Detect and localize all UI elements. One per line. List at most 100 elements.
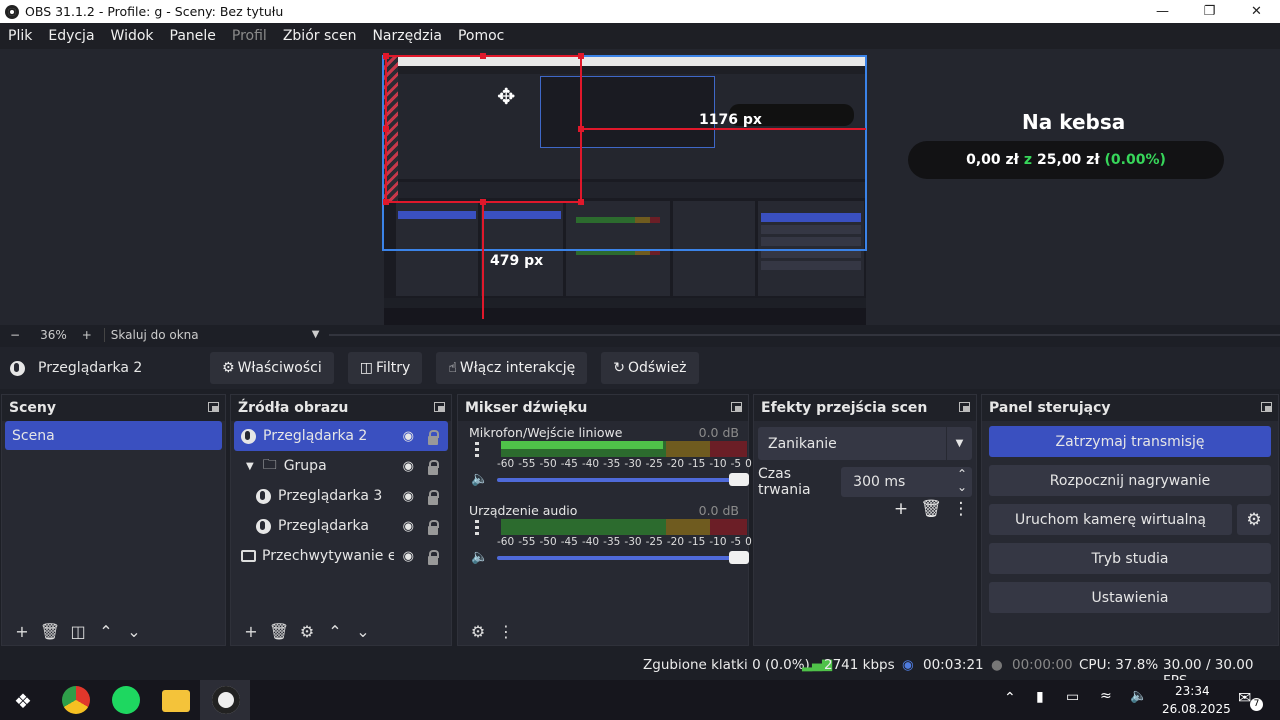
chevron-down-icon[interactable]: ▼ — [246, 461, 254, 472]
filter-icon[interactable]: ◫ — [64, 622, 92, 641]
source-row-browser-2[interactable]: Przeglądarka 2 ◉ — [234, 421, 448, 451]
advanced-audio-gear-icon[interactable]: ⚙ — [464, 622, 492, 641]
kebab-menu-icon[interactable] — [475, 442, 479, 458]
transitions-header: Efekty przejścia scen — [754, 395, 976, 421]
chevron-down-icon[interactable]: ▼ — [312, 329, 320, 340]
microphone-icon[interactable]: ▮ — [1036, 689, 1044, 705]
lock-icon[interactable] — [428, 460, 439, 475]
menu-view[interactable]: Widok — [105, 28, 160, 44]
lock-icon[interactable] — [428, 490, 439, 505]
refresh-button[interactable]: ↻ Odśwież — [601, 352, 699, 384]
clock-time[interactable]: 23:34 — [1175, 684, 1210, 698]
preview-area[interactable]: ✥ 1176 px 479 px Na kebsa 0,00 zł z 25,0… — [0, 49, 1280, 326]
add-scene-button[interactable]: + — [8, 622, 36, 641]
chevron-up-icon[interactable]: ⌃ — [92, 622, 120, 641]
zoom-out-button[interactable]: − — [10, 328, 20, 342]
speaker-icon[interactable]: 🔈 — [471, 471, 488, 487]
mixer-header: Mikser dźwięku — [458, 395, 748, 421]
settings-button[interactable]: Ustawienia — [989, 582, 1271, 613]
virtual-camera-button[interactable]: Uruchom kamerę wirtualną — [989, 504, 1232, 535]
lock-icon[interactable] — [428, 520, 439, 535]
menu-file[interactable]: Plik — [2, 28, 38, 44]
lock-icon[interactable] — [428, 550, 439, 565]
chevron-down-icon[interactable]: ⌄ — [349, 622, 377, 641]
float-icon[interactable] — [434, 402, 445, 412]
close-button[interactable]: ✕ — [1233, 0, 1280, 23]
menu-profile[interactable]: Profil — [226, 28, 273, 44]
duration-spinbox[interactable]: 300 ms ⌃ ⌄ — [841, 467, 972, 497]
zoom-in-button[interactable]: + — [82, 328, 92, 342]
kebab-menu-icon[interactable]: ⋮ — [946, 499, 976, 519]
eye-icon[interactable]: ◉ — [403, 429, 414, 444]
chevron-up-icon[interactable]: ⌃ — [1004, 690, 1016, 706]
menu-edit[interactable]: Edycja — [42, 28, 100, 44]
controls-dock: Panel sterujący Zatrzymaj transmisję Roz… — [981, 394, 1279, 646]
add-source-button[interactable]: + — [237, 622, 265, 641]
source-row-screen-capture[interactable]: Przechwytywanie ekra ◉ — [234, 541, 448, 571]
float-icon[interactable] — [1261, 402, 1272, 412]
menu-scene-collection[interactable]: Zbiór scen — [277, 28, 363, 44]
overlay-z: z — [1023, 152, 1033, 168]
taskbar: ❖ ⌃ ▮ ▭ ≈ 🔈 23:34 26.08.2025 ✉ 7 — [0, 680, 1280, 720]
chevron-up-icon[interactable]: ⌃ — [321, 622, 349, 641]
maximize-button[interactable]: ❐ — [1186, 0, 1233, 23]
hand-pointer-icon: ☝ — [448, 360, 457, 376]
source-row-browser-3[interactable]: Przeglądarka 3 ◉ — [234, 481, 448, 511]
chevron-down-icon[interactable]: ⌄ — [120, 622, 148, 641]
trash-icon[interactable]: 🗑 — [36, 622, 64, 641]
virtual-camera-gear-icon[interactable]: ⚙ — [1237, 504, 1271, 535]
filters-button[interactable]: ◫ Filtry — [347, 352, 423, 384]
lock-icon[interactable] — [428, 430, 439, 445]
volume-slider[interactable] — [497, 473, 749, 486]
obs-taskbar-button[interactable] — [200, 680, 250, 720]
clock-date[interactable]: 26.08.2025 — [1162, 702, 1231, 716]
zoom-mode-select[interactable]: Skaluj do okna — [103, 327, 312, 342]
add-transition-button[interactable]: + — [886, 499, 916, 519]
scene-item[interactable]: Scena — [5, 421, 222, 450]
minimize-button[interactable]: — — [1139, 0, 1186, 23]
meter-tick: -35 — [603, 536, 621, 548]
start-recording-button[interactable]: Rozpocznij nagrywanie — [989, 465, 1271, 496]
windows-start-icon[interactable]: ❖ — [14, 689, 32, 713]
transition-select[interactable]: Zanikanie ▼ — [758, 427, 972, 460]
mixer-channel-mic: Mikrofon/Wejście liniowe 0.0 dB -60 -55 -50… — [465, 421, 752, 499]
speaker-icon[interactable]: 🔈 — [471, 549, 488, 565]
gear-icon[interactable]: ⚙ — [293, 622, 321, 641]
studio-mode-button[interactable]: Tryb studia — [989, 543, 1271, 574]
volume-slider-handle[interactable] — [729, 473, 749, 486]
eye-icon[interactable]: ◉ — [403, 549, 414, 564]
kebab-menu-icon[interactable] — [475, 520, 479, 536]
globe-icon — [256, 518, 271, 534]
spotify-icon[interactable] — [112, 686, 140, 714]
volume-slider[interactable] — [497, 551, 749, 564]
spin-arrows-icon[interactable]: ⌃ ⌄ — [957, 468, 967, 494]
trash-icon[interactable]: 🗑 — [916, 499, 946, 519]
float-icon[interactable] — [959, 402, 970, 412]
volume-slider-handle[interactable] — [729, 551, 749, 564]
menu-help[interactable]: Pomoc — [452, 28, 510, 44]
wifi-icon[interactable]: ≈ — [1100, 688, 1112, 704]
battery-icon[interactable]: ▭ — [1066, 689, 1079, 705]
menu-docks[interactable]: Panele — [164, 28, 222, 44]
transitions-dock: Efekty przejścia scen Zanikanie ▼ Czas t… — [753, 394, 977, 646]
chevron-down-icon[interactable]: ▼ — [946, 427, 972, 460]
volume-icon[interactable]: 🔈 — [1130, 688, 1147, 704]
kebab-menu-icon[interactable]: ⋮ — [492, 622, 520, 641]
horizontal-scrollbar[interactable] — [329, 333, 1280, 336]
float-icon[interactable] — [731, 402, 742, 412]
stop-stream-button[interactable]: Zatrzymaj transmisję — [989, 426, 1271, 457]
file-explorer-icon[interactable] — [162, 690, 190, 712]
eye-icon[interactable]: ◉ — [403, 459, 414, 474]
eye-icon[interactable]: ◉ — [403, 519, 414, 534]
source-row-group[interactable]: ▼ 🗀 Grupa ◉ — [234, 451, 448, 481]
source-row-browser[interactable]: Przeglądarka ◉ — [234, 511, 448, 541]
gear-icon: ⚙ — [222, 360, 235, 376]
properties-button[interactable]: ⚙ Właściwości — [210, 352, 334, 384]
interact-button[interactable]: ☝ Włącz interakcję — [436, 352, 588, 384]
trash-icon[interactable]: 🗑 — [265, 622, 293, 641]
eye-icon[interactable]: ◉ — [403, 489, 414, 504]
meter-tick: -35 — [603, 458, 621, 470]
menu-tools[interactable]: Narzędzia — [366, 28, 447, 44]
chrome-icon[interactable] — [62, 686, 90, 714]
float-icon[interactable] — [208, 402, 219, 412]
